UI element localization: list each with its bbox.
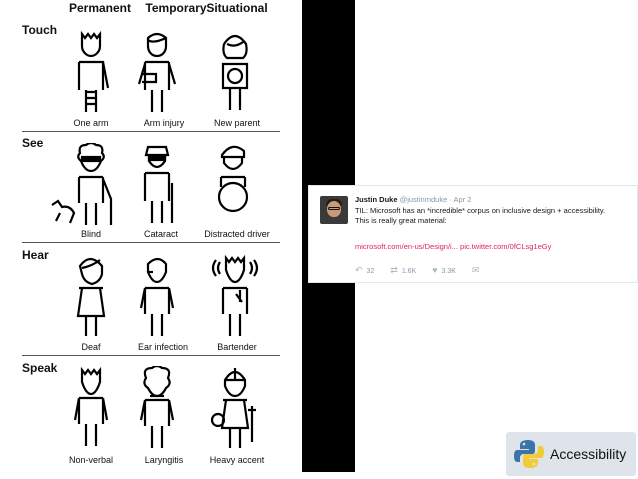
like-count: 3.3K [441,268,456,275]
caption-heavy-accent: Heavy accent [209,455,265,465]
new-parent-figure [190,30,280,114]
reply-button[interactable]: ↶ 32 [355,265,374,276]
retweet-count: 1.6K [401,268,417,275]
row-divider [22,355,280,356]
python-logo-icon [514,440,544,468]
heart-icon: ♥ [432,265,438,275]
like-button[interactable]: ♥ 3.3K [432,265,456,275]
bartender-figure [190,254,280,338]
retweet-button[interactable]: ⇄ 1.6K [390,265,416,276]
caption-new-parent: New parent [213,118,261,128]
tweet-link-microsoft[interactable]: microsoft.com/en-us/Design/i... [355,242,458,251]
direct-message-button[interactable]: ✉ [472,265,484,276]
tweet-actions: ↶ 32 ⇄ 1.6K ♥ 3.3K ✉ [355,265,497,276]
tweet-text: TIL: Microsoft has an *incredible* corpu… [355,206,605,226]
avatar-glasses [328,207,340,210]
tweet-header: Justin Duke @justinmduke · Apr 2 [355,195,471,204]
tweet-line-2: This is really great material: [355,216,447,225]
tweet-author-handle[interactable]: @justinmduke [400,195,448,204]
message-icon: ✉ [471,265,480,275]
tweet-link-pic[interactable]: pic.twitter.com/0fCLsg1eGy [460,242,551,251]
persona-spectrum: Permanent Temporary Situational Touch On… [0,0,302,479]
accessibility-badge: Accessibility [506,432,636,476]
avatar[interactable] [320,196,348,224]
laryngitis-figure [112,366,202,450]
caption-distracted-driver: Distracted driver [204,229,270,239]
tweet-author-name[interactable]: Justin Duke [355,195,398,204]
ear-infection-figure [112,254,202,338]
reply-count: 32 [366,268,375,275]
row-label-see: See [22,136,44,150]
heavy-accent-figure [190,366,280,450]
reply-icon: ↶ [355,265,363,275]
tweet-links: microsoft.com/en-us/Design/i... pic.twit… [355,242,551,251]
row-label-hear: Hear [22,248,49,262]
tweet-line-1: TIL: Microsoft has an *incredible* corpu… [355,206,606,215]
caption-bartender: Bartender [217,342,257,352]
column-situational: Situational [206,1,268,15]
arm-injury-figure [112,30,202,114]
tweet-separator: · [449,195,452,204]
tweet-date[interactable]: Apr 2 [454,195,472,204]
distracted-driver-figure [188,143,278,227]
tweet-card[interactable]: Justin Duke @justinmduke · Apr 2 TIL: Mi… [308,185,638,283]
retweet-icon: ⇄ [390,265,398,275]
row-divider [22,131,280,132]
row-divider [22,242,280,243]
accessibility-label: Accessibility [550,446,627,462]
